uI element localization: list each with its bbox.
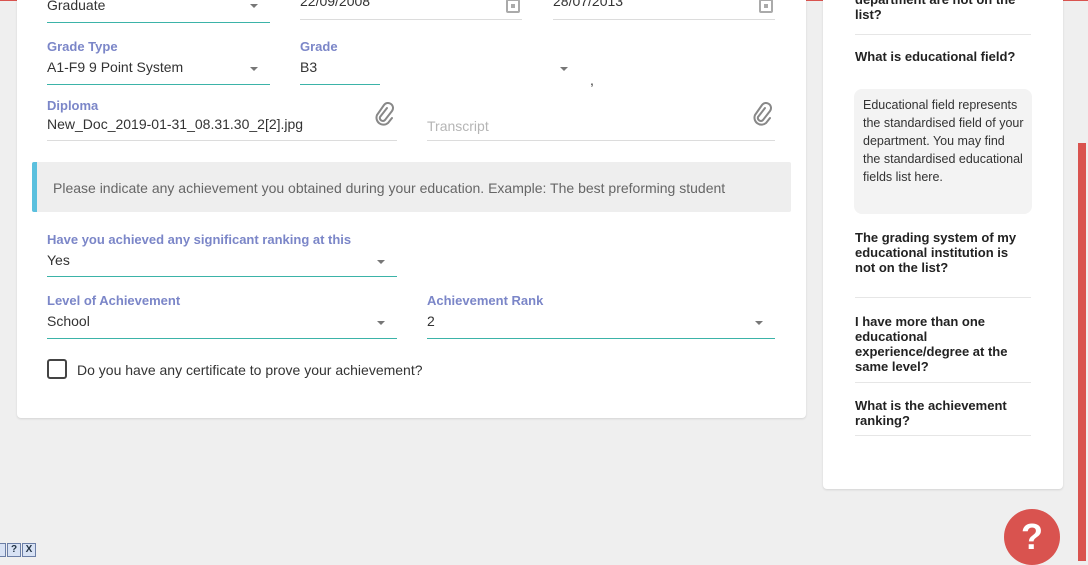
- scrollbar[interactable]: [1078, 143, 1086, 561]
- diploma-label: Diploma: [47, 98, 99, 113]
- calendar-icon[interactable]: [506, 0, 520, 13]
- degree-underline: [47, 22, 270, 23]
- faq-item[interactable]: I have more than one educational experie…: [855, 314, 1031, 374]
- faq-item[interactable]: The grading system of my educational ins…: [855, 230, 1031, 275]
- certificate-checkbox[interactable]: [47, 359, 67, 379]
- grade-select[interactable]: Grade B3: [300, 39, 572, 86]
- faq-answer: Educational field represents the standar…: [854, 89, 1032, 214]
- help-button[interactable]: ?: [1004, 509, 1060, 565]
- faq-divider: [855, 382, 1031, 383]
- chevron-down-icon: [755, 321, 763, 325]
- ranking-select[interactable]: Have you achieved any significant rankin…: [47, 232, 397, 278]
- faq-question: I have more than one educational experie…: [855, 314, 1008, 374]
- grade-type-value: A1-F9 9 Point System: [47, 59, 184, 75]
- chevron-down-icon: [377, 260, 385, 264]
- faq-question: The grading system of my educational ins…: [855, 230, 1017, 275]
- chevron-down-icon: [250, 4, 258, 8]
- grade-type-label: Grade Type: [47, 39, 118, 54]
- transcript-placeholder: Transcript: [427, 118, 489, 134]
- calendar-icon[interactable]: [759, 0, 773, 13]
- faq-item[interactable]: department are not on the list?: [855, 0, 1031, 22]
- end-date-field[interactable]: 28/07/2013: [553, 0, 775, 20]
- ranking-label: Have you achieved any significant rankin…: [47, 232, 352, 247]
- rank-underline: [427, 338, 775, 339]
- grade-underline: [300, 84, 380, 85]
- chevron-down-icon: [560, 67, 568, 71]
- faq-question: What is the achievement ranking?: [855, 398, 1007, 428]
- level-underline: [47, 338, 397, 339]
- chevron-down-icon: [250, 67, 258, 71]
- achievement-info-box: Please indicate any achievement you obta…: [32, 162, 791, 212]
- degree-value: Graduate: [47, 0, 106, 13]
- transcript-upload[interactable]: Transcript: [427, 98, 775, 142]
- paperclip-icon[interactable]: [373, 102, 395, 128]
- ranking-value: Yes: [47, 252, 70, 268]
- level-select[interactable]: Level of Achievement School: [47, 293, 397, 339]
- toolbar-tray: ? X: [0, 543, 37, 559]
- chevron-down-icon: [377, 321, 385, 325]
- certificate-label[interactable]: Do you have any certificate to prove you…: [77, 362, 423, 378]
- rank-select[interactable]: Achievement Rank 2: [427, 293, 775, 339]
- faq-question: What is educational field?: [855, 49, 1016, 64]
- end-date-value: 28/07/2013: [553, 0, 624, 9]
- rank-value: 2: [427, 313, 435, 329]
- diploma-filename: New_Doc_2019-01-31_08.31.30_2[2].jpg: [47, 116, 304, 132]
- faq-item[interactable]: What is the achievement ranking?: [855, 398, 1031, 428]
- grade-type-select[interactable]: Grade Type A1-F9 9 Point System: [47, 39, 270, 86]
- tray-blank-icon[interactable]: [0, 543, 6, 557]
- level-value: School: [47, 313, 90, 329]
- ranking-underline: [47, 276, 397, 277]
- end-date-underline: [553, 19, 775, 20]
- grade-value: B3: [300, 59, 318, 75]
- grade-type-underline: [47, 84, 270, 85]
- achievement-info-text: Please indicate any achievement you obta…: [53, 180, 726, 196]
- degree-select[interactable]: Graduate: [47, 0, 270, 24]
- faq-divider: [855, 435, 1031, 436]
- faq-question: department are not on the list?: [855, 0, 1015, 22]
- faq-panel: department are not on the list? What is …: [823, 0, 1063, 489]
- start-date-field[interactable]: 22/09/2008: [300, 0, 522, 20]
- diploma-upload[interactable]: Diploma New_Doc_2019-01-31_08.31.30_2[2]…: [47, 98, 397, 142]
- close-icon[interactable]: X: [22, 543, 36, 557]
- faq-divider: [855, 297, 1031, 298]
- start-date-underline: [300, 19, 522, 20]
- grade-label: Grade: [300, 39, 338, 54]
- diploma-underline: [47, 140, 397, 141]
- faq-divider: [855, 34, 1031, 35]
- paperclip-icon[interactable]: [751, 102, 773, 128]
- start-date-value: 22/09/2008: [300, 0, 371, 9]
- help-icon[interactable]: ?: [7, 543, 21, 557]
- level-label: Level of Achievement: [47, 293, 181, 308]
- faq-item-educational-field[interactable]: What is educational field?: [855, 49, 1031, 64]
- grade-extra-text: ,: [590, 72, 594, 88]
- transcript-underline: [427, 140, 775, 141]
- rank-label: Achievement Rank: [427, 293, 544, 308]
